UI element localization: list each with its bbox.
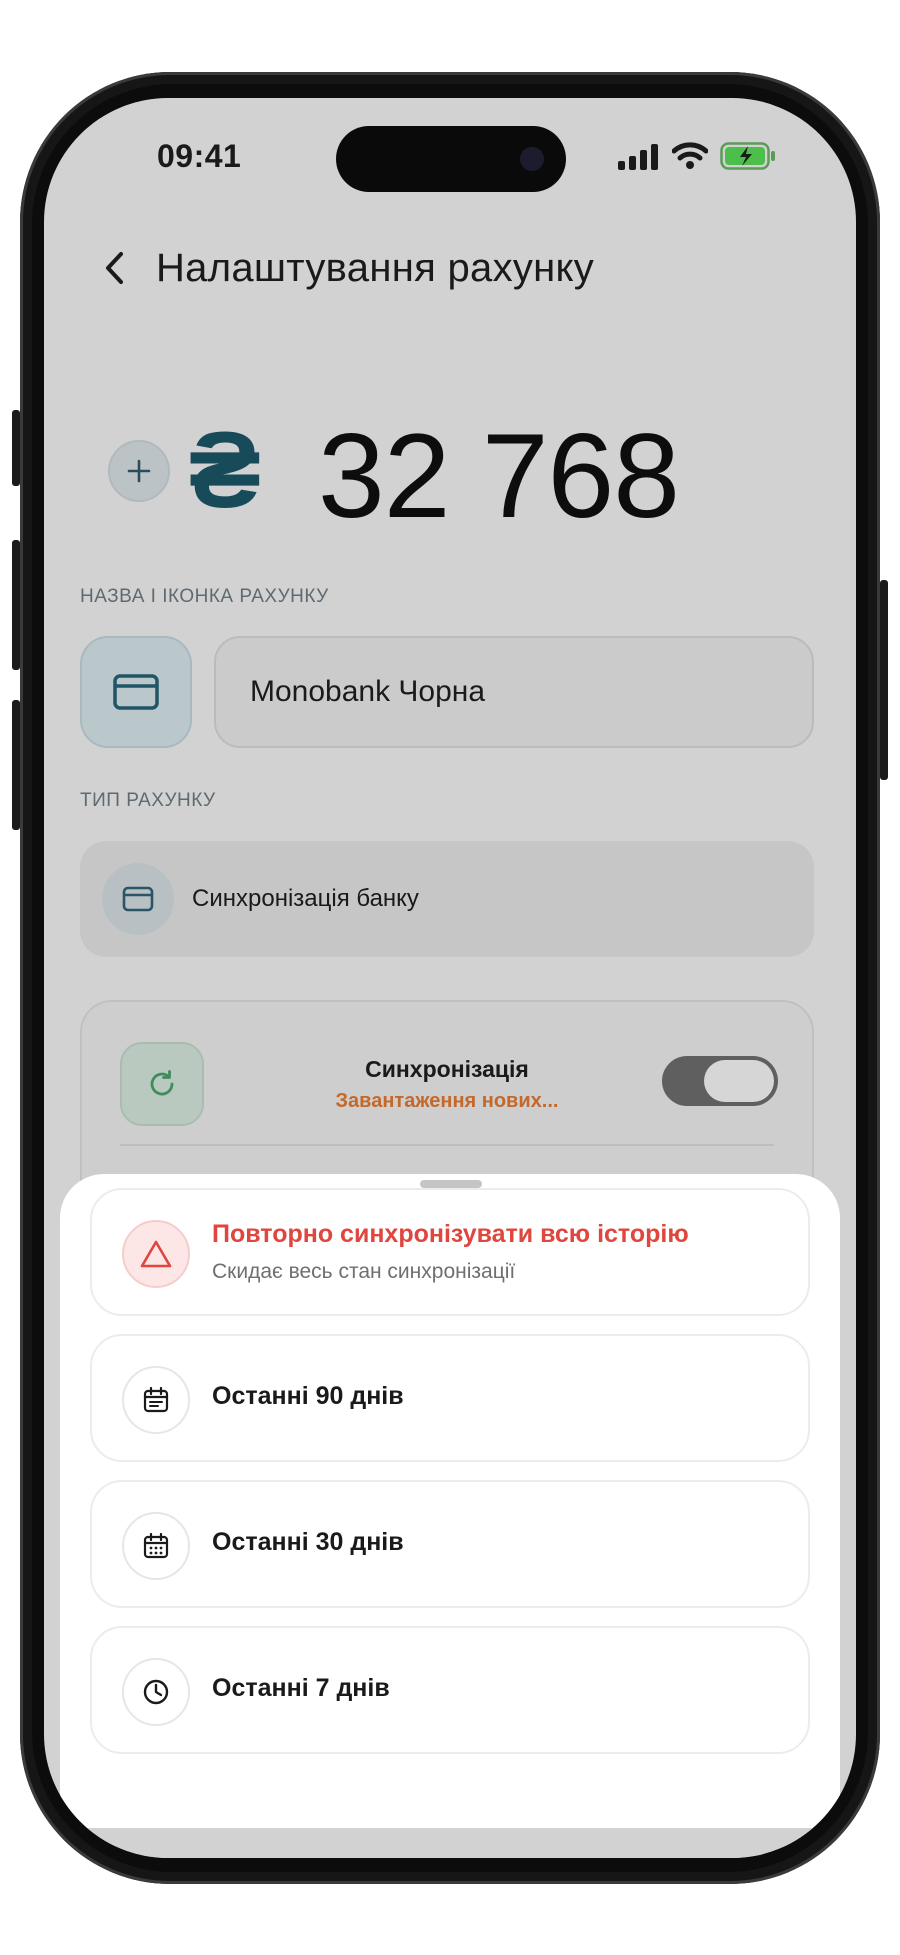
sheet-grabber[interactable]: [420, 1180, 482, 1188]
calendar-grid-icon: [122, 1512, 190, 1580]
option-last-90-days[interactable]: Останні 90 днів: [90, 1334, 810, 1462]
currency-selector[interactable]: ₴: [189, 416, 261, 524]
resync-bottom-sheet: Повторно синхронізувати всю історію Скид…: [60, 1174, 840, 1834]
option-title: Останні 90 днів: [212, 1382, 404, 1410]
status-time: 09:41: [157, 138, 242, 174]
volume-down-button[interactable]: [12, 700, 20, 830]
page-title: Налаштування рахунку: [156, 246, 595, 290]
dynamic-island: [336, 126, 566, 192]
sync-button[interactable]: [120, 1042, 204, 1126]
option-title: Останні 30 днів: [212, 1528, 404, 1556]
account-icon-picker[interactable]: [80, 636, 192, 748]
bank-sync-icon-wrap: [102, 863, 174, 935]
warning-icon: [122, 1220, 190, 1288]
home-area: [44, 1828, 856, 1858]
back-button[interactable]: [94, 238, 134, 298]
option-resync-all-history[interactable]: Повторно синхронізувати всю історію Скид…: [90, 1188, 810, 1316]
clock-icon: [122, 1658, 190, 1726]
option-last-30-days[interactable]: Останні 30 днів: [90, 1480, 810, 1608]
option-subtitle: Скидає весь стан синхронізації: [212, 1260, 516, 1283]
account-name-field[interactable]: Monobank Чорна: [214, 636, 814, 748]
volume-up-button[interactable]: [12, 540, 20, 670]
option-last-7-days[interactable]: Останні 7 днів: [90, 1626, 810, 1754]
camera-icon: [520, 147, 544, 171]
account-type-label: Синхронізація банку: [192, 885, 419, 912]
account-name-section-label: НАЗВА І ІКОНКА РАХУНКУ: [80, 586, 329, 607]
option-title: Останні 7 днів: [212, 1674, 390, 1702]
plus-icon: [127, 459, 151, 483]
option-title: Повторно синхронізувати всю історію: [212, 1220, 689, 1248]
divider: [120, 1144, 774, 1146]
balance-amount[interactable]: 32 768: [318, 416, 680, 536]
toggle-knob: [704, 1060, 774, 1102]
action-button[interactable]: [12, 410, 20, 486]
add-button[interactable]: [108, 440, 170, 502]
credit-card-icon: [122, 886, 154, 912]
status-bar: 09:41: [44, 98, 856, 208]
power-button[interactable]: [880, 580, 888, 780]
sync-toggle[interactable]: [662, 1056, 778, 1106]
calendar-list-icon: [122, 1366, 190, 1434]
screen: 09:41 Налаштування рахунку ₴ 32 768 НАЗВ…: [44, 98, 856, 1858]
chevron-left-icon: [106, 252, 123, 284]
battery-charging-icon: [720, 142, 775, 170]
wifi-icon: [672, 142, 708, 169]
credit-card-icon: [113, 674, 159, 710]
account-type-selector[interactable]: Синхронізація банку: [80, 841, 814, 957]
cellular-signal-icon: [618, 144, 658, 170]
account-type-section-label: ТИП РАХУНКУ: [80, 790, 216, 811]
